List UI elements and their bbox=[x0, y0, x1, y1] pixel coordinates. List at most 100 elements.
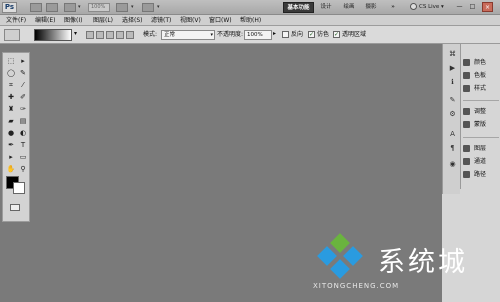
cs-live-icon bbox=[410, 3, 417, 10]
watermark-logo-top-icon bbox=[330, 233, 350, 253]
arrange-dropdown-icon[interactable]: ▾ bbox=[131, 4, 134, 10]
menu-select[interactable]: 选择(S) bbox=[122, 16, 143, 25]
marquee-tool-icon[interactable]: ⬚ bbox=[6, 57, 16, 65]
paths-icon bbox=[463, 171, 470, 178]
watermark-subtitle: XITONGCHENG.COM bbox=[313, 282, 400, 290]
history-panel-icon[interactable]: ⌘ bbox=[448, 50, 457, 59]
gradient-editor-swatch[interactable] bbox=[34, 29, 72, 41]
site-watermark: 系统城 XITONGCHENG.COM bbox=[308, 232, 498, 300]
panel-adjustments-label: 调整 bbox=[474, 108, 487, 115]
clone-source-panel-icon[interactable]: ⚙ bbox=[448, 110, 457, 119]
application-title-bar: Ps ▾ 100% ▾ ▾ 基本功能 设计 绘画 摄影 » CS Live ▾ … bbox=[0, 0, 500, 15]
zoom-level-field[interactable]: 100% bbox=[88, 3, 110, 12]
watermark-logo-left-icon bbox=[317, 246, 337, 266]
crop-tool-icon[interactable]: ⌗ bbox=[6, 81, 16, 89]
opacity-dropdown-icon[interactable]: ▸ bbox=[273, 29, 276, 39]
radial-gradient-button[interactable] bbox=[96, 31, 104, 39]
quick-selection-tool-icon[interactable]: ✎ bbox=[18, 69, 28, 77]
panel-styles[interactable]: 样式 bbox=[463, 83, 486, 94]
pen-tool-icon[interactable]: ✒ bbox=[6, 141, 16, 149]
panel-masks[interactable]: 蒙版 bbox=[463, 119, 486, 130]
menu-help[interactable]: 帮助(H) bbox=[240, 16, 261, 25]
swatches-icon bbox=[463, 72, 470, 79]
panel-layers[interactable]: 图层 bbox=[463, 143, 486, 154]
tool-preset-picker[interactable] bbox=[4, 29, 20, 41]
menu-image[interactable]: 图像(I) bbox=[64, 16, 82, 25]
history-brush-tool-icon[interactable]: ✑ bbox=[18, 105, 28, 113]
brush-panel-icon[interactable]: ✎ bbox=[448, 96, 457, 105]
workspace-essentials-button[interactable]: 基本功能 bbox=[283, 2, 314, 13]
gradient-dropdown-icon[interactable]: ▾ bbox=[74, 29, 77, 39]
watermark-logo-bottom-icon bbox=[330, 259, 350, 279]
reverse-checkbox[interactable] bbox=[282, 31, 289, 38]
screen-mode-dropdown-icon[interactable]: ▾ bbox=[157, 4, 160, 10]
move-tool-icon[interactable]: ▸ bbox=[18, 57, 28, 65]
panel-masks-label: 蒙版 bbox=[474, 121, 487, 128]
hand-tool-icon[interactable]: ✋ bbox=[6, 165, 16, 173]
color-icon bbox=[463, 59, 470, 66]
quick-mask-button[interactable] bbox=[10, 204, 20, 211]
maximize-button[interactable]: □ bbox=[467, 2, 478, 12]
eraser-tool-icon[interactable]: ▰ bbox=[6, 117, 16, 125]
collapsed-panels: 颜色 色板 样式 调整 蒙版 图层 通道 路径 bbox=[460, 44, 500, 189]
panel-adjustments[interactable]: 调整 bbox=[463, 106, 486, 117]
minimize-button[interactable]: — bbox=[454, 2, 465, 12]
menu-layer[interactable]: 图层(L) bbox=[93, 16, 113, 25]
panel-paths[interactable]: 路径 bbox=[463, 169, 486, 180]
workspace-photography-button[interactable]: 摄影 bbox=[362, 2, 380, 13]
character-panel-icon[interactable]: A bbox=[448, 130, 457, 139]
view-extras-dropdown-icon[interactable]: ▾ bbox=[78, 4, 81, 10]
menu-file[interactable]: 文件(F) bbox=[6, 16, 26, 25]
mini-bridge-icon[interactable] bbox=[46, 3, 58, 12]
clone-stamp-tool-icon[interactable]: ♜ bbox=[6, 105, 16, 113]
zoom-tool-icon[interactable]: ⚲ bbox=[18, 165, 28, 173]
background-color-swatch[interactable] bbox=[13, 182, 25, 194]
blur-tool-icon[interactable]: ● bbox=[6, 129, 16, 137]
panel-swatches[interactable]: 色板 bbox=[463, 70, 486, 81]
path-selection-tool-icon[interactable]: ▸ bbox=[6, 153, 16, 161]
actions-panel-icon[interactable]: ▶ bbox=[448, 64, 457, 73]
angle-gradient-button[interactable] bbox=[106, 31, 114, 39]
panel-color[interactable]: 颜色 bbox=[463, 57, 486, 68]
diamond-gradient-button[interactable] bbox=[126, 31, 134, 39]
shape-tool-icon[interactable]: ▭ bbox=[18, 153, 28, 161]
brush-tool-icon[interactable]: ✐ bbox=[18, 93, 28, 101]
workspace-more-button[interactable]: » bbox=[387, 2, 399, 13]
transparency-checkbox[interactable]: ✓ bbox=[333, 31, 340, 38]
menu-bar: 文件(F) 编辑(E) 图像(I) 图层(L) 选择(S) 滤镜(T) 视图(V… bbox=[0, 15, 500, 26]
mode-label: 模式: bbox=[143, 31, 158, 38]
linear-gradient-button[interactable] bbox=[86, 31, 94, 39]
panel-separator bbox=[463, 100, 499, 101]
workspace-painting-button[interactable]: 绘画 bbox=[340, 2, 358, 13]
bridge-icon[interactable] bbox=[30, 3, 42, 12]
workspace-design-button[interactable]: 设计 bbox=[318, 2, 334, 13]
gradient-tool-icon[interactable]: ▤ bbox=[18, 117, 28, 125]
3d-panel-icon[interactable]: ◉ bbox=[448, 160, 457, 169]
info-panel-icon[interactable]: ℹ bbox=[448, 78, 457, 87]
panel-channels[interactable]: 通道 bbox=[463, 156, 486, 167]
menu-view[interactable]: 视图(V) bbox=[180, 16, 201, 25]
arrange-documents-icon[interactable] bbox=[116, 3, 128, 12]
opacity-input[interactable]: 100% bbox=[244, 30, 272, 40]
lasso-tool-icon[interactable]: ◯ bbox=[6, 69, 16, 77]
close-button[interactable]: × bbox=[482, 2, 493, 12]
opacity-value: 100% bbox=[247, 32, 263, 38]
layers-icon bbox=[463, 145, 470, 152]
channels-icon bbox=[463, 158, 470, 165]
screen-mode-icon[interactable] bbox=[142, 3, 154, 12]
type-tool-icon[interactable]: T bbox=[18, 141, 28, 149]
reflected-gradient-button[interactable] bbox=[116, 31, 124, 39]
dither-checkbox[interactable]: ✓ bbox=[308, 31, 315, 38]
dodge-tool-icon[interactable]: ◐ bbox=[18, 129, 28, 137]
mode-select[interactable]: 正常 ▾ bbox=[161, 30, 215, 40]
healing-brush-tool-icon[interactable]: ✚ bbox=[6, 93, 16, 101]
paragraph-panel-icon[interactable]: ¶ bbox=[448, 144, 457, 153]
eyedropper-tool-icon[interactable]: ⁄ bbox=[18, 81, 28, 89]
mode-value: 正常 bbox=[164, 32, 176, 38]
menu-edit[interactable]: 编辑(E) bbox=[35, 16, 55, 25]
menu-filter[interactable]: 滤镜(T) bbox=[151, 16, 171, 25]
view-extras-icon[interactable] bbox=[64, 3, 76, 12]
cs-live-button[interactable]: CS Live ▾ bbox=[410, 2, 444, 13]
menu-window[interactable]: 窗口(W) bbox=[209, 16, 232, 25]
panel-swatches-label: 色板 bbox=[474, 72, 487, 79]
